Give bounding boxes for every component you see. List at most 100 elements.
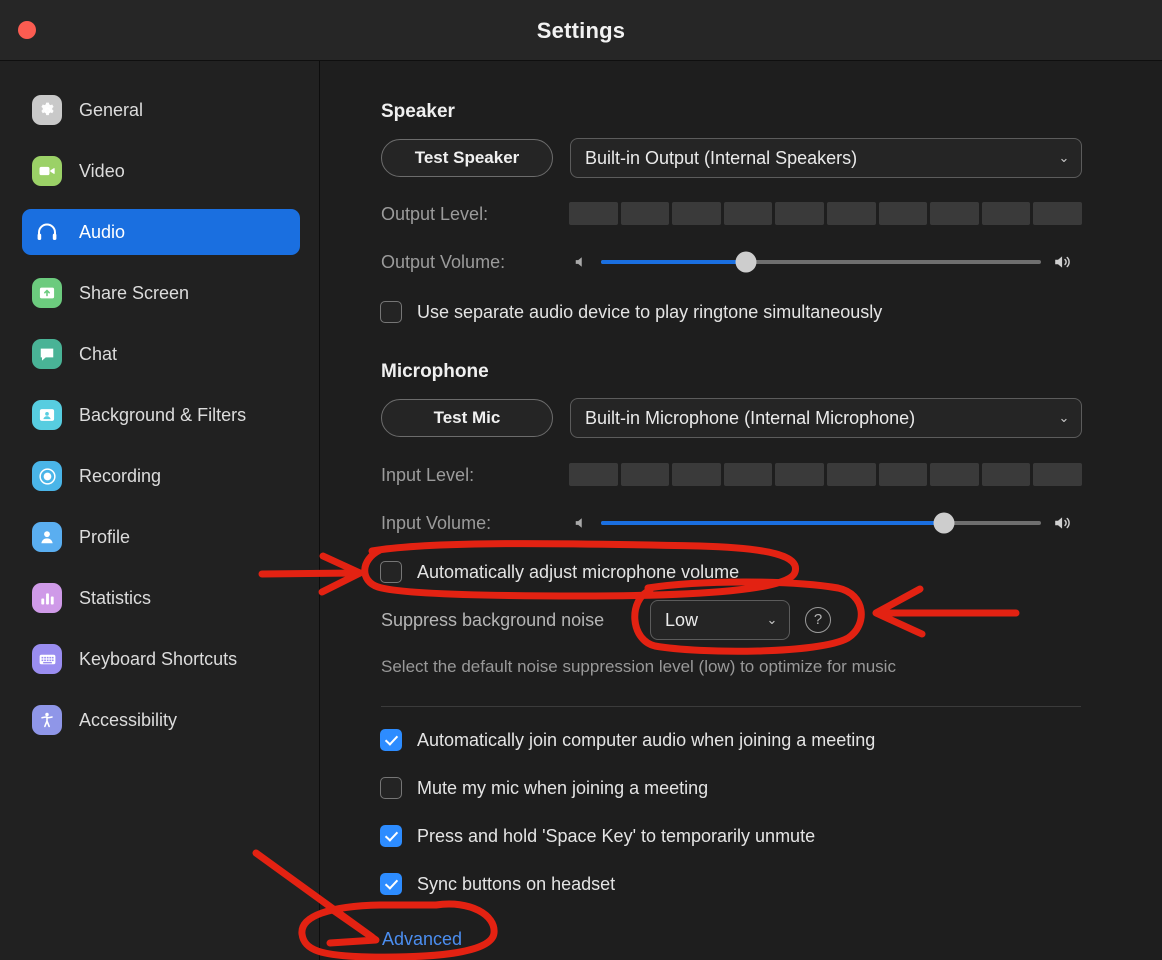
sidebar-item-general[interactable]: General xyxy=(22,87,300,133)
output-volume-knob[interactable] xyxy=(736,252,757,273)
input-volume-track[interactable] xyxy=(601,521,1041,525)
person-icon xyxy=(32,522,62,552)
output-volume-track[interactable] xyxy=(601,260,1041,264)
meter-segment xyxy=(982,463,1031,486)
output-level-meter xyxy=(569,202,1082,225)
sidebar-item-label: Video xyxy=(79,161,125,182)
meter-segment xyxy=(930,202,979,225)
person-frame-icon xyxy=(32,400,62,430)
sync-headset-buttons-checkbox-row[interactable]: Sync buttons on headset xyxy=(380,873,615,895)
test-mic-button[interactable]: Test Mic xyxy=(381,399,553,437)
meter-segment xyxy=(672,463,721,486)
input-level-label: Input Level: xyxy=(381,465,474,486)
keyboard-icon xyxy=(32,644,62,674)
chat-bubble-icon xyxy=(32,339,62,369)
title-bar: Settings xyxy=(0,0,1162,61)
sidebar-item-label: Accessibility xyxy=(79,710,177,731)
mute-mic-on-join-checkbox[interactable] xyxy=(380,777,402,799)
meter-segment xyxy=(1033,202,1082,225)
press-hold-space-label: Press and hold 'Space Key' to temporaril… xyxy=(417,826,815,847)
input-volume-knob[interactable] xyxy=(934,513,955,534)
speaker-device-select[interactable]: Built-in Output (Internal Speakers) ⌄ xyxy=(570,138,1082,178)
speaker-section-heading: Speaker xyxy=(381,101,455,123)
sync-headset-buttons-checkbox[interactable] xyxy=(380,873,402,895)
sidebar-item-recording[interactable]: Recording xyxy=(22,453,300,499)
meter-segment xyxy=(724,463,773,486)
meter-segment xyxy=(930,463,979,486)
sidebar-item-share-screen[interactable]: Share Screen xyxy=(22,270,300,316)
advanced-link[interactable]: Advanced xyxy=(382,929,462,950)
press-hold-space-checkbox[interactable] xyxy=(380,825,402,847)
window-title: Settings xyxy=(0,0,1162,61)
sidebar-item-keyboard-shortcuts[interactable]: Keyboard Shortcuts xyxy=(22,636,300,682)
output-volume-fill xyxy=(601,260,746,264)
chevron-down-icon: ⌄ xyxy=(1051,150,1077,166)
sidebar-item-label: Background & Filters xyxy=(79,405,246,426)
sidebar-item-audio[interactable]: Audio xyxy=(22,209,300,255)
meter-segment xyxy=(827,202,876,225)
sidebar-item-label: Audio xyxy=(79,222,125,243)
sidebar-item-statistics[interactable]: Statistics xyxy=(22,575,300,621)
sidebar-item-label: Profile xyxy=(79,527,130,548)
suppress-background-noise-value: Low xyxy=(651,610,759,631)
chevron-down-icon: ⌄ xyxy=(1051,410,1077,426)
meter-segment xyxy=(672,202,721,225)
section-divider xyxy=(381,706,1081,707)
gear-icon xyxy=(32,95,62,125)
help-icon[interactable]: ? xyxy=(805,607,831,633)
auto-adjust-mic-checkbox-row[interactable]: Automatically adjust microphone volume xyxy=(380,561,739,583)
bar-chart-icon xyxy=(32,583,62,613)
sidebar-item-chat[interactable]: Chat xyxy=(22,331,300,377)
video-camera-icon xyxy=(32,156,62,186)
audio-settings-panel: Speaker Test Speaker Built-in Output (In… xyxy=(321,61,1162,960)
headphones-icon xyxy=(32,217,62,247)
speaker-low-icon xyxy=(572,253,590,271)
ringtone-device-checkbox-row[interactable]: Use separate audio device to play ringto… xyxy=(380,301,882,323)
speaker-device-value: Built-in Output (Internal Speakers) xyxy=(571,148,1051,169)
sidebar-item-video[interactable]: Video xyxy=(22,148,300,194)
speaker-low-icon xyxy=(572,514,590,532)
sidebar-item-label: General xyxy=(79,100,143,121)
sidebar-item-profile[interactable]: Profile xyxy=(22,514,300,560)
meter-segment xyxy=(569,202,618,225)
input-volume-slider[interactable] xyxy=(572,512,1084,534)
meter-segment xyxy=(621,463,670,486)
microphone-device-value: Built-in Microphone (Internal Microphone… xyxy=(571,408,1051,429)
sidebar-item-label: Keyboard Shortcuts xyxy=(79,649,237,670)
press-hold-space-checkbox-row[interactable]: Press and hold 'Space Key' to temporaril… xyxy=(380,825,815,847)
noise-suppression-hint: Select the default noise suppression lev… xyxy=(381,657,896,677)
auto-adjust-mic-label: Automatically adjust microphone volume xyxy=(417,562,739,583)
sidebar-item-label: Statistics xyxy=(79,588,151,609)
sidebar-item-label: Recording xyxy=(79,466,161,487)
output-volume-slider[interactable] xyxy=(572,251,1084,273)
share-screen-icon xyxy=(32,278,62,308)
sync-headset-buttons-label: Sync buttons on headset xyxy=(417,874,615,895)
test-speaker-button[interactable]: Test Speaker xyxy=(381,139,553,177)
auto-adjust-mic-checkbox[interactable] xyxy=(380,561,402,583)
meter-segment xyxy=(982,202,1031,225)
meter-segment xyxy=(879,463,928,486)
ringtone-device-checkbox[interactable] xyxy=(380,301,402,323)
meter-segment xyxy=(621,202,670,225)
suppress-background-noise-select[interactable]: Low ⌄ xyxy=(650,600,790,640)
auto-join-audio-checkbox[interactable] xyxy=(380,729,402,751)
output-level-label: Output Level: xyxy=(381,204,488,225)
meter-segment xyxy=(569,463,618,486)
auto-join-audio-label: Automatically join computer audio when j… xyxy=(417,730,875,751)
mute-mic-on-join-checkbox-row[interactable]: Mute my mic when joining a meeting xyxy=(380,777,708,799)
sidebar-item-label: Share Screen xyxy=(79,283,189,304)
input-volume-fill xyxy=(601,521,944,525)
record-circle-icon xyxy=(32,461,62,491)
sidebar-item-background-filters[interactable]: Background & Filters xyxy=(22,392,300,438)
meter-segment xyxy=(724,202,773,225)
auto-join-audio-checkbox-row[interactable]: Automatically join computer audio when j… xyxy=(380,729,875,751)
accessibility-icon xyxy=(32,705,62,735)
settings-window: Settings General Video Audio Share xyxy=(0,0,1162,960)
speaker-high-icon xyxy=(1052,512,1074,534)
settings-sidebar: General Video Audio Share Screen Chat xyxy=(0,61,320,960)
microphone-section-heading: Microphone xyxy=(381,361,489,383)
microphone-device-select[interactable]: Built-in Microphone (Internal Microphone… xyxy=(570,398,1082,438)
sidebar-item-accessibility[interactable]: Accessibility xyxy=(22,697,300,743)
mute-mic-on-join-label: Mute my mic when joining a meeting xyxy=(417,778,708,799)
meter-segment xyxy=(879,202,928,225)
